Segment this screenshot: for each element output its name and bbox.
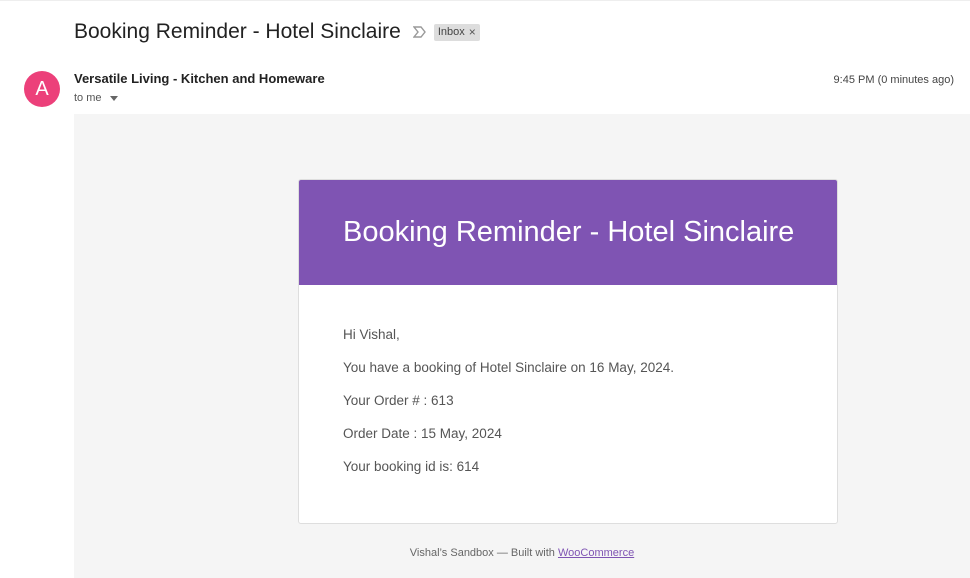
message-title: Booking Reminder - Hotel Sinclaire [343,216,795,248]
order-number-text: Your Order # : 613 [343,393,454,408]
email-timestamp: 9:45 PM (0 minutes ago) [833,74,954,86]
email-subject: Booking Reminder - Hotel Sinclaire [74,20,401,43]
remove-label-icon[interactable]: × [469,26,476,38]
booking-text: You have a booking of Hotel Sinclaire on… [343,360,674,375]
booking-id-text: Your booking id is: 614 [343,459,480,474]
recipient-text: to me [74,92,102,104]
message-card: Booking Reminder - Hotel Sinclaire Hi Vi… [298,179,838,524]
woocommerce-link[interactable]: WooCommerce [558,547,634,559]
chevron-down-icon[interactable] [109,95,118,101]
footer-text: Vishal’s Sandbox — Built with [409,547,558,559]
email-body: Booking Reminder - Hotel Sinclaire Hi Vi… [74,114,970,578]
sender-avatar[interactable]: A [24,71,60,107]
greeting-text: Hi Vishal, [343,327,400,342]
message-content: Hi Vishal, You have a booking of Hotel S… [299,285,837,474]
order-date-text: Order Date : 15 May, 2024 [343,426,502,441]
message-header: Booking Reminder - Hotel Sinclaire [299,180,837,285]
sender-name[interactable]: Versatile Living - Kitchen and Homeware [74,71,325,86]
email-footer: Vishal’s Sandbox — Built with WooCommerc… [74,547,970,559]
importance-marker-icon[interactable] [412,24,428,40]
inbox-label-text: Inbox [437,26,465,38]
subject-row: Booking Reminder - Hotel Sinclaire Inbox… [74,18,480,46]
recipient-details[interactable]: to me [74,92,118,104]
inbox-label-chip[interactable]: Inbox × [433,23,480,41]
top-divider [0,0,970,1]
